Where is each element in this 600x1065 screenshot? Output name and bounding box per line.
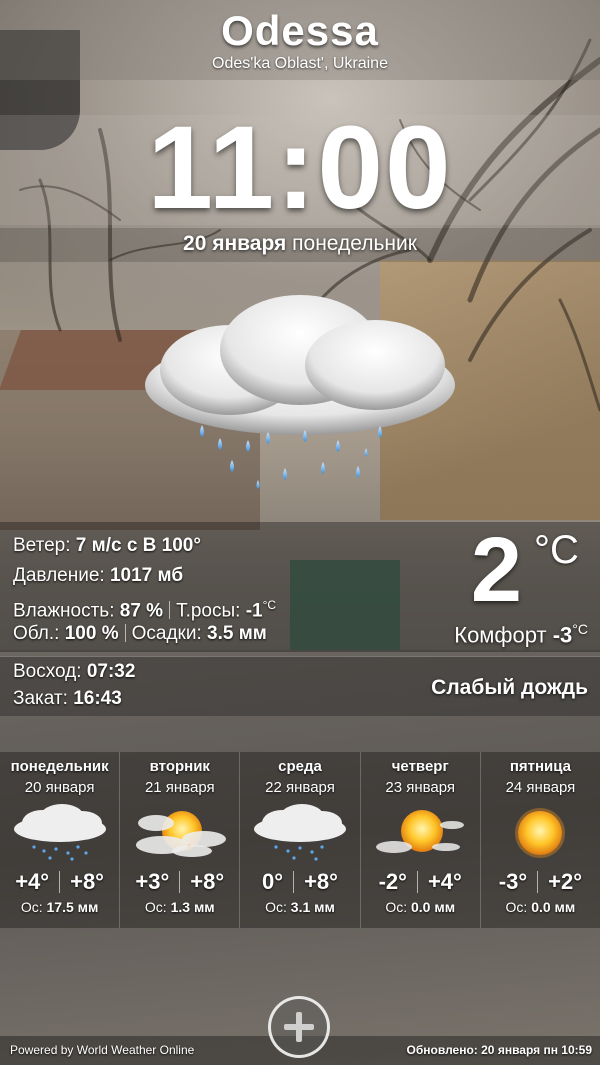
forecast-low: -3° bbox=[498, 869, 528, 894]
sunrise-row: Восход: 07:32 bbox=[13, 661, 135, 683]
forecast-temps: 0° +8° bbox=[240, 869, 359, 895]
sunset-row: Закат: 16:43 bbox=[13, 688, 122, 710]
forecast-precip-label: Ос: bbox=[385, 899, 408, 915]
rain-cloud-icon bbox=[254, 804, 346, 861]
forecast-precip-value: 3.1 мм bbox=[290, 899, 335, 915]
feels-value: -3 bbox=[552, 622, 573, 648]
forecast-precip-label: Ос: bbox=[505, 899, 528, 915]
partly-cloudy-icon bbox=[135, 811, 226, 857]
forecast-date: 21 января bbox=[144, 779, 215, 796]
sunset-value: 16:43 bbox=[73, 688, 122, 709]
current-date: 20 января понедельник bbox=[0, 232, 600, 256]
forecast-precip: Ос: 17.5 мм bbox=[0, 899, 119, 915]
forecast-precip-value: 1.3 мм bbox=[170, 899, 215, 915]
sunset-label: Закат: bbox=[13, 688, 68, 709]
forecast-temps: -3° +2° bbox=[481, 869, 600, 895]
condition-text: Слабый дождь bbox=[431, 676, 588, 699]
forecast-high: +2° bbox=[548, 869, 583, 894]
forecast-precip: Ос: 3.1 мм bbox=[240, 899, 359, 915]
forecast-high: +8° bbox=[70, 869, 104, 894]
add-location-button[interactable] bbox=[268, 996, 330, 1058]
forecast-day-name: пятница bbox=[509, 758, 571, 775]
precip-value: 3.5 мм bbox=[207, 623, 267, 644]
clouds-value: 100 % bbox=[64, 623, 119, 644]
precip-label: Осадки: bbox=[131, 623, 202, 644]
date-weekday: понедельник bbox=[292, 232, 417, 255]
clouds-label: Обл.: bbox=[13, 623, 60, 644]
forecast-day[interactable]: четверг 23 января -2° +4° Ос: 0.0 мм bbox=[359, 752, 480, 928]
forecast-temps: -2° +4° bbox=[361, 869, 480, 895]
forecast-date: 24 января bbox=[505, 779, 576, 796]
location-header: Odessa Odes'ka Oblast', Ukraine bbox=[0, 0, 600, 80]
forecast-high: +8° bbox=[190, 869, 225, 894]
dewpoint-label: Т.росы: bbox=[176, 600, 241, 622]
pressure-value: 1017 мб bbox=[109, 565, 184, 586]
forecast-precip: Ос: 0.0 мм bbox=[481, 899, 600, 915]
sun-icon bbox=[515, 808, 566, 858]
forecast-day-name: понедельник bbox=[10, 758, 109, 775]
forecast-precip: Ос: 1.3 мм bbox=[120, 899, 239, 915]
current-time: 11:00 bbox=[147, 102, 453, 234]
temperature-unit: °C bbox=[534, 528, 579, 572]
forecast-low: +4° bbox=[15, 869, 50, 894]
rain-cloud-icon bbox=[145, 295, 455, 489]
city-name: Odessa bbox=[221, 7, 379, 54]
forecast-low: 0° bbox=[262, 869, 284, 894]
humidity-value: 87 % bbox=[119, 600, 164, 622]
updated-timestamp: Обновлено: 20 января пн 10:59 bbox=[406, 1043, 592, 1057]
humidity-row: Влажность: 87 % Т.росы: -1°C bbox=[13, 594, 276, 622]
forecast-high: +4° bbox=[427, 869, 462, 894]
sunrise-label: Восход: bbox=[13, 661, 82, 682]
forecast-day[interactable]: пятница 24 января -3° +2° Ос: 0.0 мм bbox=[479, 752, 600, 928]
divider bbox=[124, 624, 126, 642]
forecast-temps: +4° +8° bbox=[0, 869, 119, 895]
forecast-day[interactable]: понедельник 20 января +4° +8° Ос: 17.5 мм bbox=[0, 752, 119, 928]
forecast-date: 20 января bbox=[24, 779, 95, 796]
rain-cloud-icon bbox=[13, 804, 106, 861]
forecast-high: +8° bbox=[304, 869, 338, 894]
powered-by-link[interactable]: Powered by World Weather Online bbox=[10, 1043, 194, 1057]
date-day-month: 20 января bbox=[183, 232, 287, 255]
forecast-precip-value: 0.0 мм bbox=[531, 899, 576, 915]
feels-label: Комфорт bbox=[454, 622, 547, 648]
forecast-day-name: среда bbox=[278, 758, 322, 775]
forecast-precip-label: Ос: bbox=[265, 899, 287, 915]
forecast-low: -2° bbox=[378, 869, 407, 894]
wind-value: 7 м/с с В 100° bbox=[75, 535, 201, 556]
forecast-date: 23 января bbox=[385, 779, 456, 796]
forecast-precip-value: 17.5 мм bbox=[46, 899, 99, 915]
region-name: Odes'ka Oblast', Ukraine bbox=[212, 55, 388, 72]
wind-label: Ветер: bbox=[13, 535, 71, 556]
forecast-strip: понедельник 20 января +4° +8° Ос: 17.5 мм… bbox=[0, 752, 600, 928]
forecast-precip-value: 0.0 мм bbox=[411, 899, 456, 915]
pressure-row: Давление: 1017 мб bbox=[13, 565, 183, 587]
forecast-date: 22 января bbox=[265, 779, 335, 796]
dewpoint-value: -1 bbox=[245, 600, 263, 622]
wind-row: Ветер: 7 м/с с В 100° bbox=[13, 535, 201, 557]
forecast-precip: Ос: 0.0 мм bbox=[361, 899, 480, 915]
forecast-day[interactable]: вторник 21 января +3° +8° Ос: 1.3 мм bbox=[119, 752, 239, 928]
dewpoint-unit: °C bbox=[262, 598, 277, 612]
clouds-row: Обл.: 100 % Осадки: 3.5 мм bbox=[13, 623, 267, 645]
feels-like: Комфорт -3°C bbox=[454, 616, 588, 648]
divider bbox=[169, 601, 171, 620]
forecast-low: +3° bbox=[135, 869, 170, 894]
current-temperature: 2 bbox=[470, 519, 522, 621]
pressure-label: Давление: bbox=[13, 565, 105, 586]
forecast-temps: +3° +8° bbox=[120, 869, 239, 895]
sun-behind-cloud-icon bbox=[376, 810, 465, 853]
forecast-day-name: четверг bbox=[391, 758, 449, 775]
forecast-day-name: вторник bbox=[149, 758, 210, 775]
forecast-precip-label: Ос: bbox=[144, 899, 167, 915]
sunrise-value: 07:32 bbox=[86, 661, 136, 682]
forecast-precip-label: Ос: bbox=[20, 899, 43, 915]
plus-icon bbox=[284, 1012, 314, 1042]
forecast-day[interactable]: среда 22 января 0° +8° Ос: 3.1 мм bbox=[239, 752, 359, 928]
humidity-label: Влажность: bbox=[13, 600, 115, 622]
feels-unit: °C bbox=[572, 621, 588, 637]
